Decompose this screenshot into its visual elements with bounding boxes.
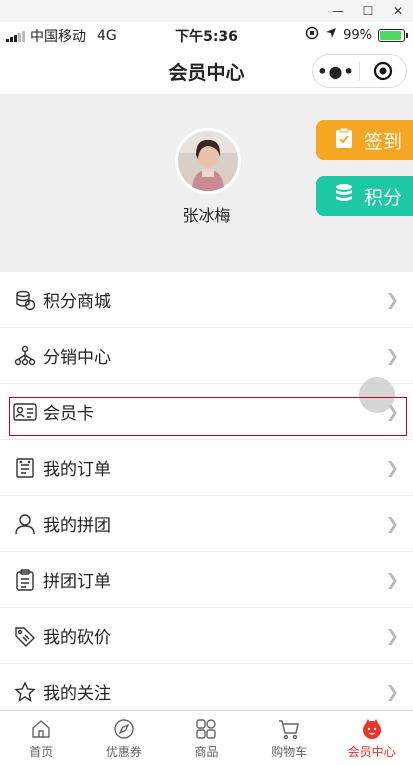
lock-rotation-icon	[305, 26, 319, 44]
signin-button[interactable]: 签到	[316, 120, 413, 160]
member-card-icon	[13, 400, 37, 424]
profile-header: 张冰梅 签到 积分	[0, 94, 413, 272]
tab-label: 会员中心	[347, 745, 396, 759]
checklist-icon	[334, 127, 354, 154]
tab-label: 首页	[29, 745, 54, 759]
menu-item-label: 我的拼团	[43, 516, 111, 536]
chevron-right-icon: ❯	[385, 682, 399, 701]
floating-assist-button[interactable]	[359, 377, 395, 413]
chevron-right-icon: ❯	[385, 570, 399, 589]
battery-percent: 99%	[343, 27, 372, 43]
member-menu: 积分商城 ❯ 分销中心 ❯ 会员卡 ❯ 我的订单 ❯ 我的拼团 ❯ 拼团订单 ❯	[0, 272, 413, 720]
menu-item-label: 我的订单	[43, 460, 111, 480]
clipboard-icon	[13, 568, 37, 592]
tab-label: 购物车	[271, 745, 308, 759]
battery-icon	[378, 28, 408, 42]
close-button[interactable]: ✕	[383, 0, 413, 22]
location-icon	[325, 27, 337, 43]
points-button[interactable]: 积分	[316, 176, 413, 216]
menu-item-my-bargain[interactable]: 我的砍价 ❯	[0, 608, 413, 664]
tab-products[interactable]: 商品	[165, 711, 248, 765]
tab-cart[interactable]: 购物车	[248, 711, 331, 765]
menu-item-label: 我的关注	[43, 684, 111, 704]
chevron-right-icon: ❯	[385, 290, 399, 309]
tab-home[interactable]: 首页	[0, 711, 83, 765]
tab-bar: 首页 优惠券 商品 购物车 会员中心	[0, 710, 413, 765]
minimize-button[interactable]: —	[323, 0, 353, 22]
avatar[interactable]	[175, 128, 241, 194]
price-tag-icon	[13, 624, 37, 648]
grid-icon	[195, 717, 217, 741]
menu-item-distribution-center[interactable]: 分销中心 ❯	[0, 328, 413, 384]
cart-icon	[278, 717, 300, 741]
compass-icon	[113, 717, 135, 741]
maximize-button[interactable]: ☐	[353, 0, 383, 22]
chevron-right-icon: ❯	[385, 458, 399, 477]
tab-label: 商品	[194, 745, 219, 759]
chevron-right-icon: ❯	[385, 514, 399, 533]
navigation-bar: 会员中心 •●•	[0, 48, 413, 94]
network-icon	[13, 344, 37, 368]
menu-item-label: 我的砍价	[43, 628, 111, 648]
menu-item-my-group-buy[interactable]: 我的拼团 ❯	[0, 496, 413, 552]
signin-label: 签到	[364, 130, 403, 153]
menu-item-member-card[interactable]: 会员卡 ❯	[0, 384, 413, 440]
tab-member-center[interactable]: 会员中心	[330, 711, 413, 765]
order-list-icon	[13, 456, 37, 480]
chevron-right-icon: ❯	[385, 626, 399, 645]
database-icon	[334, 183, 354, 210]
chevron-right-icon: ❯	[385, 346, 399, 365]
coin-stack-icon	[13, 288, 37, 312]
tab-label: 优惠券	[105, 745, 142, 759]
menu-item-label: 分销中心	[43, 348, 111, 368]
capsule-menu: •●•	[312, 54, 407, 88]
menu-item-points-mall[interactable]: 积分商城 ❯	[0, 272, 413, 328]
more-options-icon[interactable]: •●•	[313, 62, 359, 81]
menu-item-label: 积分商城	[43, 292, 111, 312]
star-icon	[13, 680, 37, 704]
user-icon	[13, 512, 37, 536]
member-face-icon	[361, 717, 383, 741]
tab-coupons[interactable]: 优惠券	[83, 711, 166, 765]
menu-item-label: 拼团订单	[43, 572, 111, 592]
home-icon	[30, 717, 52, 741]
menu-item-my-orders[interactable]: 我的订单 ❯	[0, 440, 413, 496]
menu-item-label: 会员卡	[43, 404, 94, 424]
close-miniprogram-icon[interactable]	[360, 61, 406, 81]
points-label: 积分	[364, 186, 403, 209]
menu-item-group-orders[interactable]: 拼团订单 ❯	[0, 552, 413, 608]
window-titlebar: — ☐ ✕	[0, 0, 413, 22]
status-bar: 中国移动 4G 下午5:36 99%	[0, 22, 413, 48]
